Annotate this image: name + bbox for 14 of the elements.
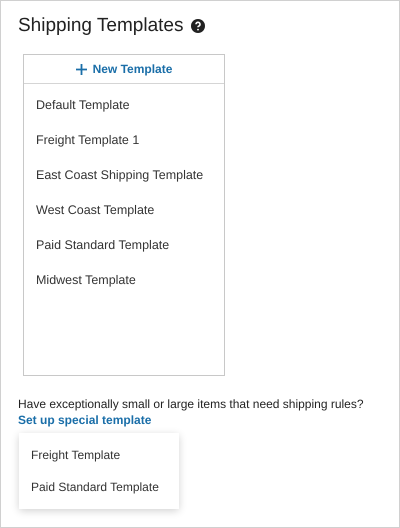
new-template-button[interactable]: New Template <box>24 55 224 84</box>
prompt-text: Have exceptionally small or large items that need shipping rules? <box>18 396 365 412</box>
template-item[interactable]: West Coast Template <box>24 193 224 228</box>
template-item[interactable]: Midwest Template <box>24 263 224 298</box>
help-icon[interactable] <box>191 19 206 33</box>
template-item[interactable]: Freight Template 1 <box>24 123 224 158</box>
menu-item[interactable]: Paid Standard Template <box>19 471 179 503</box>
template-item[interactable]: Paid Standard Template <box>24 228 224 263</box>
special-template-link[interactable]: Set up special template <box>18 412 152 428</box>
template-item[interactable]: East Coast Shipping Template <box>24 158 224 193</box>
menu-item[interactable]: Freight Template <box>19 439 179 471</box>
plus-icon <box>76 64 87 74</box>
template-item[interactable]: Default Template <box>24 88 224 123</box>
page-title: Shipping Templates <box>18 14 184 38</box>
